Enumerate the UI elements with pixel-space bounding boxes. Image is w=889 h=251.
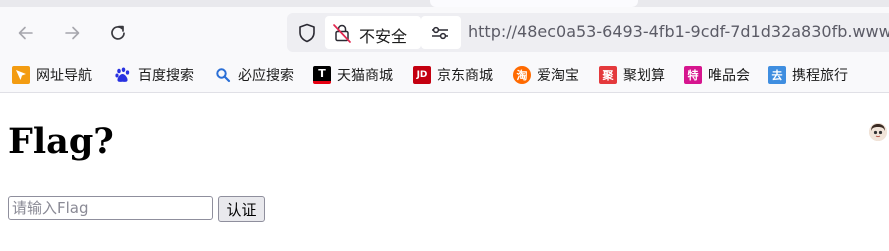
taobao-icon: 淘 xyxy=(513,66,531,84)
juhuasuan-icon: 聚 xyxy=(599,66,617,84)
bookmark-item[interactable]: 特 唯品会 xyxy=(684,65,750,85)
site-security-button[interactable]: 不安全 xyxy=(325,16,421,49)
url-text[interactable]: http://48ec0a53-6493-4fb1-9cdf-7d1d32a83… xyxy=(468,22,889,41)
not-secure-label: 不安全 xyxy=(359,27,408,46)
permissions-button[interactable] xyxy=(421,16,461,49)
bookmark-item[interactable]: JD 京东商城 xyxy=(413,65,493,85)
bookmark-item[interactable]: 淘 爱淘宝 xyxy=(513,65,579,85)
reload-button[interactable] xyxy=(104,19,132,47)
insecure-lock-icon xyxy=(333,24,351,43)
shield-icon[interactable] xyxy=(296,22,318,44)
submit-button[interactable]: 认证 xyxy=(218,196,265,222)
account-avatar[interactable] xyxy=(869,123,887,141)
bookmark-item[interactable]: 百度搜索 xyxy=(114,65,194,85)
navigation-icon xyxy=(12,66,30,84)
page-title: Flag? xyxy=(8,121,114,162)
arrow-left-icon xyxy=(18,26,33,40)
forward-button[interactable] xyxy=(58,19,86,47)
bookmark-item[interactable]: 网址导航 xyxy=(12,65,92,85)
bookmark-item[interactable]: T 天猫商城 xyxy=(313,65,393,85)
navigation-toolbar: 不安全 http://48ec0a53-6493-4fb1-9cdf-7d1d3… xyxy=(0,7,889,58)
baidu-paw-icon xyxy=(114,66,132,84)
ctrip-icon: 去 xyxy=(768,66,786,84)
permissions-icon xyxy=(432,26,448,40)
flag-input[interactable] xyxy=(8,196,213,220)
vip-icon: 特 xyxy=(684,66,702,84)
avatar-face-icon xyxy=(869,123,887,141)
tmall-icon: T xyxy=(313,66,331,84)
reload-icon xyxy=(111,25,125,40)
bookmark-item[interactable]: 聚 聚划算 xyxy=(599,65,665,85)
active-tab[interactable] xyxy=(430,0,638,7)
bookmarks-toolbar: 网址导航 百度搜索 必应搜索 T 天猫商城 JD 京东商城 淘 爱淘宝 聚 聚划… xyxy=(0,58,889,141)
search-icon xyxy=(214,66,232,84)
bookmark-item[interactable]: 必应搜索 xyxy=(214,65,294,85)
address-bar[interactable]: 不安全 http://48ec0a53-6493-4fb1-9cdf-7d1d3… xyxy=(287,13,889,52)
bookmark-item[interactable]: 去 携程旅行 xyxy=(768,65,848,85)
jd-icon: JD xyxy=(413,66,431,84)
back-button[interactable] xyxy=(12,19,40,47)
arrow-right-icon xyxy=(65,26,80,40)
